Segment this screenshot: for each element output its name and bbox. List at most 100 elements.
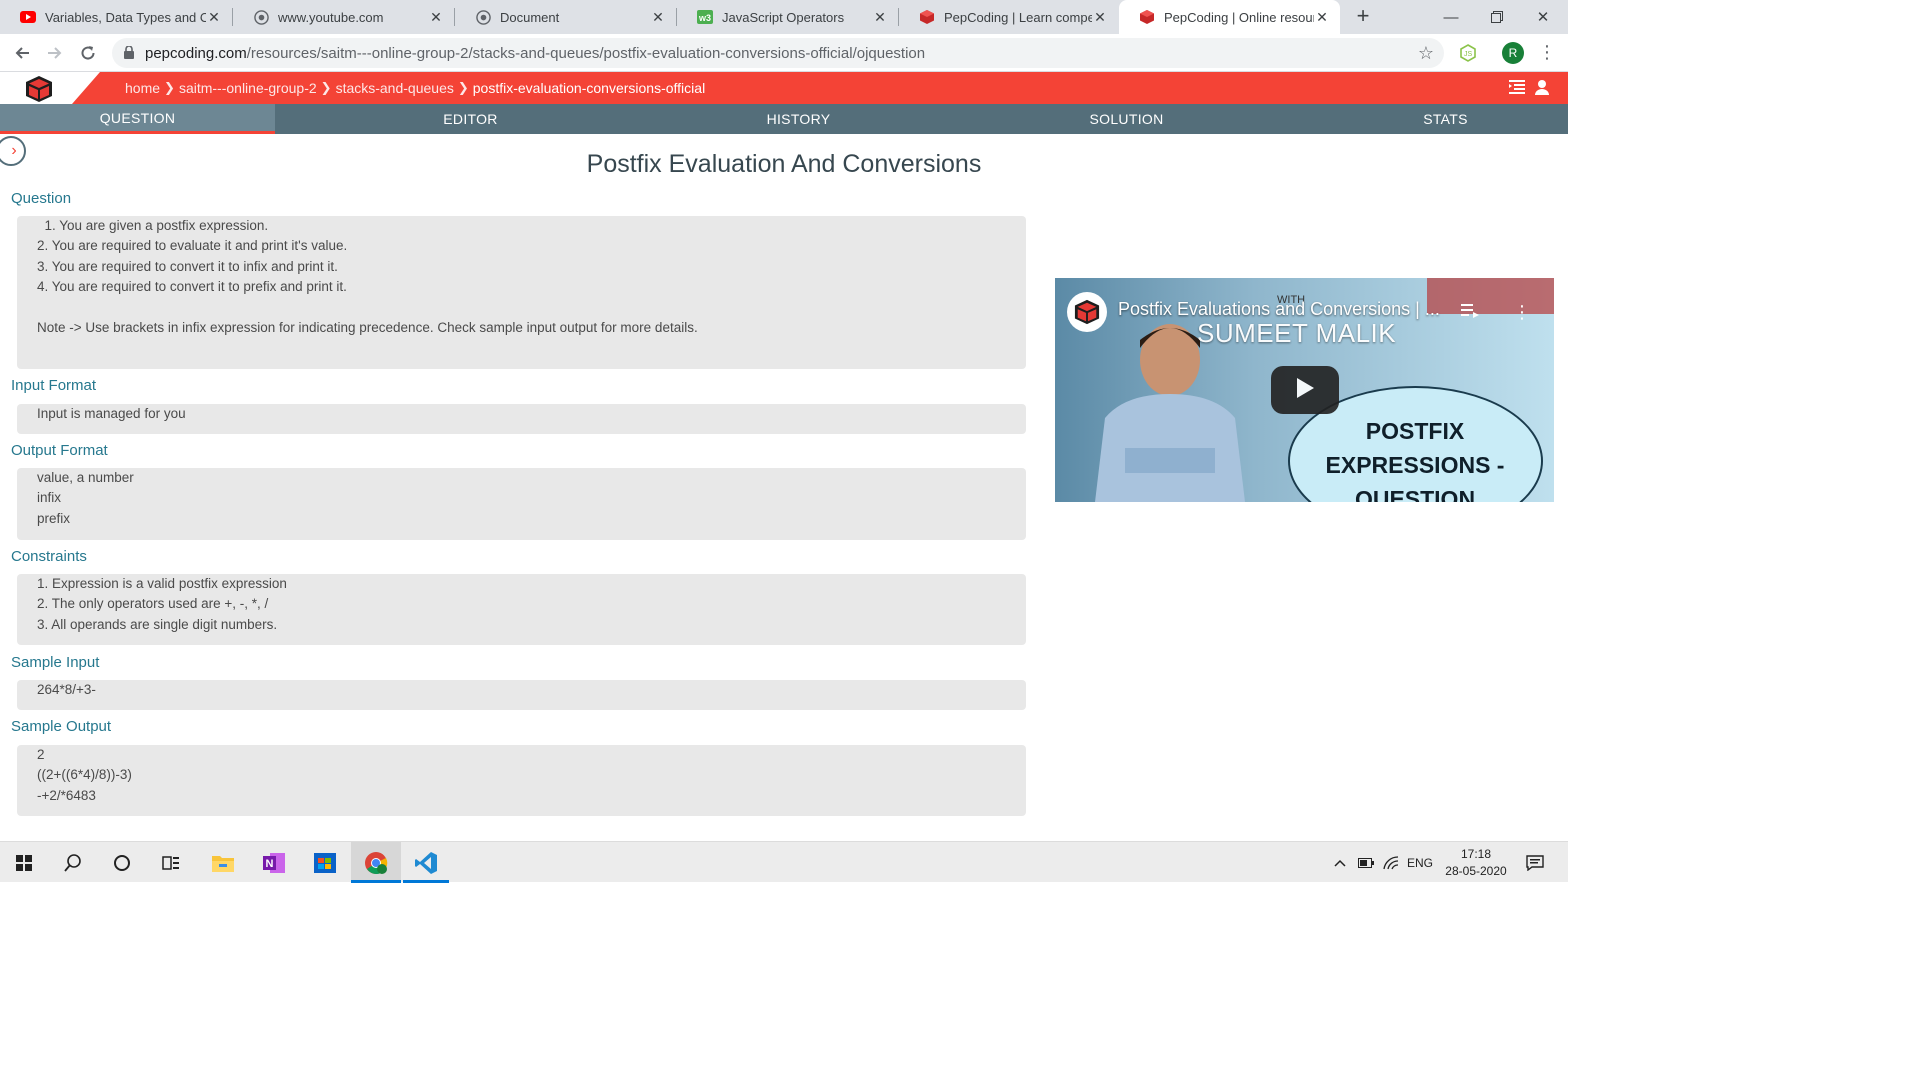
user-icon[interactable] bbox=[1535, 80, 1549, 98]
playlist-icon[interactable] bbox=[1461, 302, 1479, 323]
output-format-line: value, a number bbox=[37, 470, 134, 485]
section-heading-input-format: Input Format bbox=[11, 377, 97, 394]
windows-taskbar: N ENG 17:18 28-05-2020 bbox=[0, 841, 1568, 883]
notification-icon[interactable] bbox=[1522, 842, 1548, 883]
sample-output-box: 2 ((2+((6*4)/8))-3) -+2/*6483 bbox=[17, 745, 1026, 816]
pepcoding-icon bbox=[919, 9, 935, 25]
close-icon[interactable]: ✕ bbox=[1092, 9, 1108, 26]
more-options-icon[interactable]: ⋮ bbox=[1513, 302, 1531, 323]
question-note: Note -> Use brackets in infix expression… bbox=[37, 320, 698, 336]
svg-text:JS: JS bbox=[1464, 51, 1473, 58]
chevron-right-icon: ❯ bbox=[320, 80, 332, 95]
search-icon[interactable] bbox=[49, 842, 97, 883]
reload-button[interactable] bbox=[77, 42, 99, 64]
browser-tab[interactable]: Variables, Data Types and Op ✕ bbox=[0, 0, 232, 34]
presenter-name: SUMEET MALIK bbox=[1197, 318, 1397, 348]
cortana-icon[interactable] bbox=[98, 842, 146, 883]
browser-tab[interactable]: PepCoding | Learn competiti ✕ bbox=[899, 0, 1118, 34]
browser-tab-active[interactable]: PepCoding | Online resource ✕ bbox=[1119, 0, 1340, 34]
chevron-up-icon[interactable] bbox=[1330, 842, 1350, 883]
pepcoding-icon bbox=[1139, 9, 1155, 25]
browser-toolbar: pepcoding.com/resources/saitm---online-g… bbox=[0, 34, 1568, 72]
tab-title: JavaScript Operators bbox=[722, 9, 845, 25]
breadcrumb-course[interactable]: saitm---online-group-2 bbox=[179, 80, 317, 96]
close-icon[interactable]: ✕ bbox=[872, 9, 888, 26]
constraint-line: 2. The only operators used are +, -, *, … bbox=[37, 596, 269, 612]
breadcrumb-topic[interactable]: stacks-and-queues bbox=[336, 80, 454, 96]
tab-question[interactable]: QUESTION bbox=[0, 104, 275, 134]
chevron-right-icon: ❯ bbox=[457, 80, 469, 95]
vscode-icon[interactable] bbox=[403, 842, 449, 883]
minimize-button[interactable]: — bbox=[1428, 0, 1474, 34]
tab-history[interactable]: HISTORY bbox=[661, 104, 936, 134]
close-window-button[interactable]: ✕ bbox=[1520, 0, 1566, 34]
site-header: home ❯ saitm---online-group-2 ❯ stacks-a… bbox=[0, 72, 1568, 104]
question-line: 1. You are given a postfix expression. bbox=[37, 218, 269, 233]
tab-solution[interactable]: SOLUTION bbox=[989, 104, 1264, 134]
play-button[interactable] bbox=[1271, 366, 1339, 414]
close-icon[interactable]: ✕ bbox=[206, 9, 222, 26]
extension-icon[interactable]: JS bbox=[1459, 44, 1477, 67]
problem-tabs: QUESTION EDITOR HISTORY SOLUTION STATS bbox=[0, 104, 1568, 134]
wifi-icon[interactable] bbox=[1380, 842, 1402, 883]
tab-title: www.youtube.com bbox=[278, 9, 384, 25]
tab-title: PepCoding | Online resource bbox=[1164, 9, 1314, 25]
tab-stats[interactable]: STATS bbox=[1308, 104, 1583, 134]
globe-icon bbox=[253, 9, 269, 25]
input-format-box: Input is managed for you bbox=[17, 404, 1026, 434]
video-player[interactable]: POSTFIX EXPRESSIONS - QUESTION WITH SUME… bbox=[1055, 278, 1554, 502]
page-title: Postfix Evaluation And Conversions bbox=[586, 150, 982, 178]
browser-tab[interactable]: www.youtube.com ✕ bbox=[233, 0, 454, 34]
profile-avatar[interactable]: R bbox=[1502, 42, 1524, 64]
globe-icon bbox=[475, 9, 491, 25]
section-heading-sample-input: Sample Input bbox=[11, 654, 100, 671]
tab-title: PepCoding | Learn competiti bbox=[944, 9, 1092, 25]
breadcrumb-current: postfix-evaluation-conversions-official bbox=[472, 80, 706, 96]
back-button[interactable] bbox=[11, 42, 33, 64]
chrome-icon[interactable] bbox=[351, 842, 401, 883]
section-heading-question: Question bbox=[11, 190, 72, 207]
question-line: 3. You are required to convert it to inf… bbox=[37, 258, 338, 274]
chevron-right-icon: ❯ bbox=[164, 80, 175, 95]
svg-text:N: N bbox=[266, 858, 274, 870]
close-icon[interactable]: ✕ bbox=[650, 9, 666, 26]
new-tab-button[interactable]: + bbox=[1352, 5, 1374, 27]
constraint-line: 3. All operands are single digit numbers… bbox=[37, 616, 278, 632]
youtube-icon bbox=[20, 9, 36, 25]
onenote-icon[interactable]: N bbox=[250, 842, 298, 883]
sample-output-line: 2 bbox=[37, 747, 45, 762]
forward-button[interactable] bbox=[44, 42, 66, 64]
play-icon bbox=[1295, 377, 1315, 404]
store-icon[interactable] bbox=[301, 842, 349, 883]
breadcrumb-home[interactable]: home bbox=[125, 80, 160, 96]
list-icon[interactable] bbox=[1509, 80, 1525, 97]
address-bar[interactable]: pepcoding.com/resources/saitm---online-g… bbox=[112, 38, 1444, 68]
section-heading-sample-output: Sample Output bbox=[11, 718, 112, 735]
question-box: 1. You are given a postfix expression. 2… bbox=[17, 216, 1026, 369]
close-icon[interactable]: ✕ bbox=[1314, 9, 1330, 26]
file-explorer-icon[interactable] bbox=[199, 842, 247, 883]
task-view-icon[interactable] bbox=[147, 842, 195, 883]
channel-logo-icon[interactable] bbox=[1067, 292, 1107, 332]
tab-editor[interactable]: EDITOR bbox=[333, 104, 608, 134]
language-indicator[interactable]: ENG bbox=[1404, 842, 1436, 883]
browser-tab-strip: Variables, Data Types and Op ✕ www.youtu… bbox=[0, 0, 1568, 34]
close-icon[interactable]: ✕ bbox=[428, 9, 444, 26]
output-format-box: value, a number infix prefix bbox=[17, 468, 1026, 540]
lock-icon[interactable] bbox=[124, 45, 134, 64]
tab-title: Document bbox=[500, 9, 560, 25]
url-text: pepcoding.com/resources/saitm---online-g… bbox=[145, 45, 926, 62]
restore-button[interactable] bbox=[1474, 0, 1520, 34]
video-title[interactable]: Postfix Evaluations and Conversions | ..… bbox=[1118, 299, 1440, 320]
browser-tab[interactable]: w3 JavaScript Operators ✕ bbox=[677, 0, 898, 34]
thumbnail-text: POSTFIX EXPRESSIONS - QUESTION bbox=[1325, 418, 1505, 502]
bookmark-star-icon[interactable]: ☆ bbox=[1418, 43, 1434, 64]
clock[interactable]: 17:18 28-05-2020 bbox=[1438, 846, 1514, 880]
windows-start-icon[interactable] bbox=[0, 842, 48, 883]
clock-time: 17:18 bbox=[1460, 847, 1492, 861]
browser-tab[interactable]: Document ✕ bbox=[455, 0, 676, 34]
battery-icon[interactable] bbox=[1355, 842, 1377, 883]
sample-output-line: -+2/*6483 bbox=[37, 787, 96, 803]
constraints-box: 1. Expression is a valid postfix express… bbox=[17, 574, 1026, 645]
browser-menu-icon[interactable]: ⋮ bbox=[1538, 42, 1556, 63]
